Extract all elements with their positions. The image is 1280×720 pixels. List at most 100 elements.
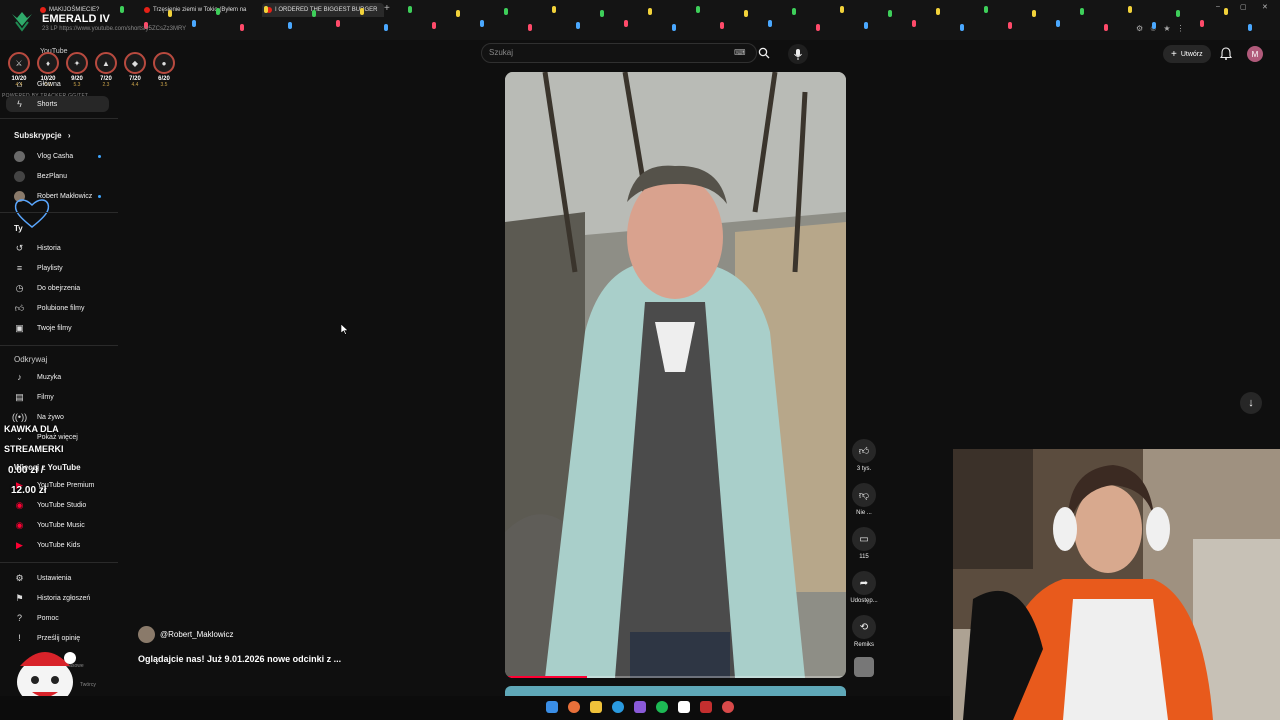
sidebar-item-label: Filmy bbox=[37, 393, 54, 401]
sidebar-item-label: YouTube Music bbox=[37, 521, 85, 529]
donation-current: 0.00 zł / bbox=[8, 465, 44, 476]
sidebar-item-label: YouTube Kids bbox=[37, 541, 81, 549]
comments-button[interactable]: ▭ 115 bbox=[848, 527, 880, 560]
channel-avatar[interactable] bbox=[138, 626, 155, 643]
avatar[interactable]: M bbox=[1247, 46, 1263, 62]
sidebar-item-label: Prześlij opinię bbox=[37, 634, 81, 642]
sidebar-item-report-history[interactable]: ⚑ Historia zgłoszeń bbox=[14, 591, 90, 605]
sidebar-item-home[interactable]: ⌂ Główna bbox=[14, 77, 61, 91]
trait-badge: ✦ 9/20 5.3 bbox=[64, 52, 90, 88]
light-bulb bbox=[1080, 8, 1084, 15]
address-bar-text: 23 LP https://www.youtube.com/shorts/y5Z… bbox=[42, 26, 186, 32]
light-bulb bbox=[864, 22, 868, 29]
close-window-button[interactable]: ✕ bbox=[1262, 3, 1268, 11]
next-short-button[interactable]: ↓ bbox=[1240, 392, 1262, 414]
rank-subtitle: 23 LP bbox=[42, 26, 58, 32]
sidebar-item-history[interactable]: ↺ Historia bbox=[14, 241, 61, 255]
short-video-player[interactable] bbox=[505, 72, 846, 678]
sidebar-item-feedback[interactable]: ! Prześlij opinię bbox=[14, 631, 80, 645]
microphone-icon bbox=[794, 48, 802, 60]
film-icon: ▤ bbox=[15, 391, 24, 402]
sidebar-item-movies[interactable]: ▤ Filmy bbox=[14, 390, 54, 404]
light-bulb bbox=[288, 22, 292, 29]
light-bulb bbox=[960, 24, 964, 31]
light-bulb bbox=[624, 20, 628, 27]
dislike-button[interactable]: 👎︎ Nie ... bbox=[848, 483, 880, 516]
calendar-icon[interactable] bbox=[700, 701, 712, 713]
sound-thumbnail[interactable] bbox=[854, 657, 874, 677]
edge-icon[interactable] bbox=[612, 701, 624, 713]
sidebar-item-label: Do obejrzenia bbox=[37, 284, 81, 292]
sidebar-item-label: Ustawienia bbox=[37, 574, 72, 582]
new-tab-button[interactable]: + bbox=[384, 3, 390, 14]
keyboard-icon[interactable]: ⌨ bbox=[734, 48, 746, 57]
like-button[interactable]: 👍︎ 3 tys. bbox=[848, 439, 880, 472]
subscriptions-heading[interactable]: Subskrypcje › bbox=[14, 131, 70, 140]
notion-icon[interactable] bbox=[678, 701, 690, 713]
light-bulb bbox=[1200, 20, 1204, 27]
create-button[interactable]: + Utwórz bbox=[1163, 45, 1211, 63]
sidebar-item-liked[interactable]: 👍︎ Polubione filmy bbox=[14, 301, 85, 315]
light-bulb bbox=[360, 8, 364, 15]
discord-icon[interactable] bbox=[634, 701, 646, 713]
light-bulb bbox=[120, 6, 124, 13]
sidebar-item-subscription[interactable]: BezPlanu bbox=[14, 169, 67, 183]
sidebar-item-help[interactable]: ? Pomoc bbox=[14, 611, 59, 625]
light-bulb bbox=[432, 22, 436, 29]
video-frame-image bbox=[505, 72, 846, 678]
sidebar-item-music-app[interactable]: ◉ YouTube Music bbox=[14, 518, 85, 532]
sidebar-item-label: Historia bbox=[37, 244, 61, 252]
video-progress-track[interactable] bbox=[505, 676, 846, 678]
clock-icon: ◷ bbox=[15, 282, 24, 293]
next-short-preview[interactable] bbox=[505, 686, 846, 696]
light-bulb bbox=[216, 8, 220, 15]
sidebar-item-playlists[interactable]: ≡ Playlisty bbox=[14, 261, 63, 275]
light-bulb bbox=[648, 8, 652, 15]
extensions-icon[interactable]: ⚙☺★⋮ bbox=[1136, 24, 1191, 33]
light-bulb bbox=[672, 24, 676, 31]
search-icon[interactable] bbox=[758, 47, 770, 59]
browser-tab-active[interactable]: I ORDERED THE BIGGEST BURGER bbox=[262, 3, 384, 17]
sidebar-item-music[interactable]: ♪ Muzyka bbox=[14, 370, 61, 384]
sidebar-item-live[interactable]: ((•)) Na żywo bbox=[12, 410, 64, 424]
sidebar-item-label: Muzyka bbox=[37, 373, 62, 381]
spotify-icon[interactable] bbox=[656, 701, 668, 713]
channel-handle[interactable]: @Robert_Maklowicz bbox=[160, 630, 233, 639]
remix-button[interactable]: ⟲ Remiks bbox=[848, 615, 880, 648]
windows-start-icon[interactable] bbox=[546, 701, 558, 713]
sidebar-item-label: Pomoc bbox=[37, 614, 59, 622]
footer-link[interactable]: Twórcy bbox=[80, 682, 96, 688]
browser-tab[interactable]: Trzęsienie ziemi w Tokio (Byłem na bbox=[144, 3, 248, 17]
sidebar-item-subscription[interactable]: Vlog Casha bbox=[14, 149, 73, 163]
light-bulb bbox=[1176, 10, 1180, 17]
you-heading[interactable]: Ty bbox=[14, 224, 23, 233]
folder-icon[interactable] bbox=[590, 701, 602, 713]
light-bulb bbox=[552, 6, 556, 13]
light-bulb bbox=[1152, 22, 1156, 29]
feedback-icon: ! bbox=[18, 633, 21, 643]
thumb-up-icon: 👍︎ bbox=[852, 439, 876, 463]
sidebar-item-shorts[interactable]: ϟ Shorts bbox=[14, 97, 57, 111]
sidebar-item-kids[interactable]: ▶ YouTube Kids bbox=[14, 538, 80, 552]
settings-app-icon[interactable] bbox=[722, 701, 734, 713]
voice-search-button[interactable] bbox=[788, 44, 808, 64]
sidebar-item-label: YouTube Studio bbox=[37, 501, 87, 509]
trait-icon: ✦ bbox=[66, 52, 88, 74]
webcam-image bbox=[953, 449, 1280, 720]
sidebar-item-settings[interactable]: ⚙ Ustawienia bbox=[14, 571, 71, 585]
sidebar-item-watch-later[interactable]: ◷ Do obejrzenia bbox=[14, 281, 81, 295]
minimize-button[interactable]: – bbox=[1216, 3, 1220, 10]
sidebar-item-label: Historia zgłoszeń bbox=[37, 594, 91, 602]
sidebar-item-your-videos[interactable]: ▣ Twoje filmy bbox=[14, 321, 72, 335]
light-bulb bbox=[192, 20, 196, 27]
sidebar-item-label: Twoje filmy bbox=[37, 324, 72, 332]
browser-app-icon[interactable] bbox=[568, 701, 580, 713]
short-caption[interactable]: Oglądajcie nas! Już 9.01.2026 nowe odcin… bbox=[138, 654, 341, 664]
bell-icon[interactable] bbox=[1220, 47, 1232, 60]
address-url: https://www.youtube.com/shorts/y5ZCsZz3M… bbox=[59, 26, 187, 32]
search-input[interactable] bbox=[481, 43, 757, 63]
maximize-button[interactable]: ▢ bbox=[1240, 3, 1247, 11]
sidebar-item-studio[interactable]: ◉ YouTube Studio bbox=[14, 498, 87, 512]
trait-badge: ◆ 7/20 4.4 bbox=[122, 52, 148, 88]
share-button[interactable]: ➦ Udostęp... bbox=[848, 571, 880, 604]
